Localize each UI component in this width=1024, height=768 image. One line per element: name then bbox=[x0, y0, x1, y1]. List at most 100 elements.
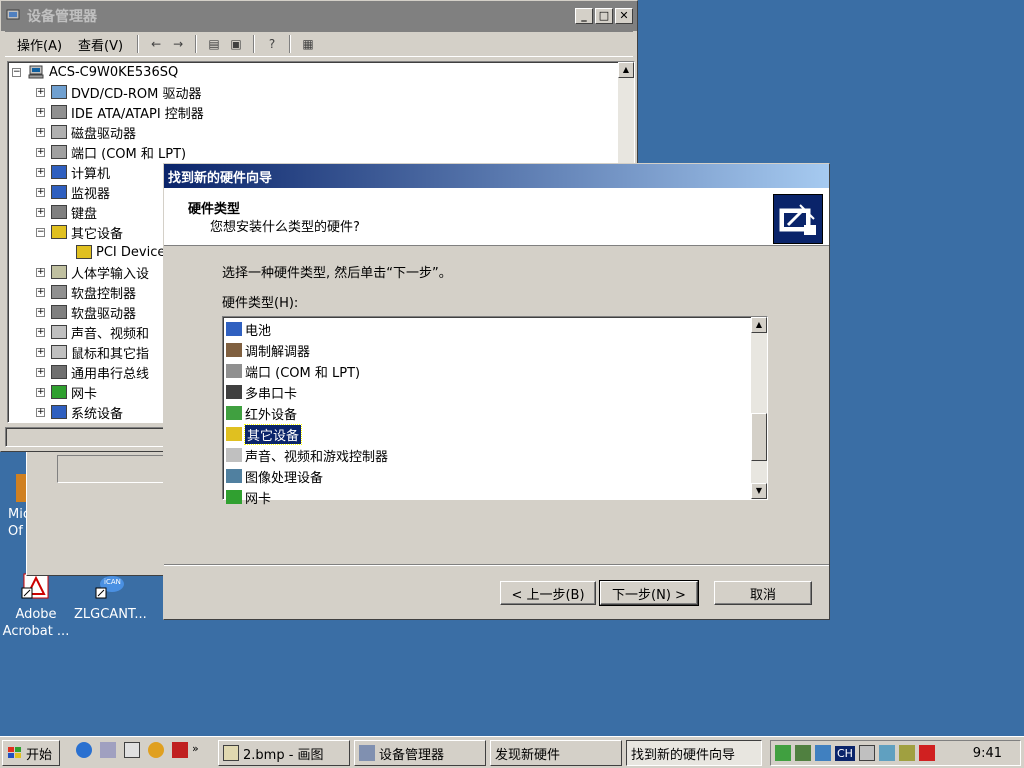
input-language-indicator[interactable]: CH bbox=[835, 745, 855, 761]
expand-icon[interactable]: + bbox=[36, 167, 45, 177]
expand-icon[interactable]: + bbox=[36, 327, 45, 337]
expand-icon[interactable]: + bbox=[36, 307, 45, 317]
tree-item[interactable]: + 端口 (COM 和 LPT) bbox=[36, 142, 186, 162]
hardware-type-label: 电池 bbox=[245, 323, 272, 339]
back-arrow-icon[interactable]: ← bbox=[147, 36, 165, 52]
media-player-icon[interactable] bbox=[148, 742, 164, 758]
tree-item[interactable]: + 通用串行总线 bbox=[36, 362, 149, 382]
hardware-type-item[interactable]: 电池 bbox=[226, 319, 271, 339]
show-desktop-icon[interactable] bbox=[100, 742, 116, 758]
scroll-down-icon[interactable]: ▼ bbox=[751, 483, 767, 499]
hardware-type-icon bbox=[226, 427, 242, 441]
tree-item[interactable]: + 声音、视频和 bbox=[36, 322, 149, 342]
hardware-type-item[interactable]: 网卡 bbox=[226, 487, 271, 507]
expand-icon[interactable]: + bbox=[36, 347, 45, 357]
expand-icon[interactable]: + bbox=[36, 187, 45, 197]
collapse-icon[interactable]: − bbox=[36, 227, 45, 237]
display-icon[interactable] bbox=[878, 745, 895, 761]
hardware-type-item[interactable]: 红外设备 bbox=[226, 403, 297, 423]
back-button[interactable]: < 上一步(B) bbox=[500, 581, 596, 605]
tree-item[interactable]: + IDE ATA/ATAPI 控制器 bbox=[36, 102, 204, 122]
tree-item[interactable]: + 网卡 bbox=[36, 382, 97, 402]
task-device-manager[interactable]: 设备管理器 bbox=[354, 740, 486, 766]
task-found-new-hardware[interactable]: 发现新硬件 bbox=[490, 740, 622, 766]
tree-item[interactable]: + 监视器 bbox=[36, 182, 110, 202]
expand-icon[interactable]: + bbox=[36, 367, 45, 377]
tree-item[interactable]: + 磁盘驱动器 bbox=[36, 122, 136, 142]
tree-item[interactable]: + 键盘 bbox=[36, 202, 97, 222]
properties-icon[interactable]: ▣ bbox=[227, 36, 245, 52]
expand-icon[interactable]: + bbox=[36, 107, 45, 117]
scroll-up-icon[interactable]: ▲ bbox=[618, 62, 634, 78]
minimize-button[interactable]: _ bbox=[575, 8, 593, 24]
device-category-icon bbox=[51, 225, 67, 239]
tree-item-label: 系统设备 bbox=[71, 406, 124, 422]
devmgr-titlebar[interactable]: 设备管理器 _ □ ✕ bbox=[1, 1, 637, 31]
hardware-type-label: 网卡 bbox=[245, 491, 272, 507]
close-button[interactable]: ✕ bbox=[615, 8, 633, 24]
expand-icon[interactable]: + bbox=[36, 127, 45, 137]
tree-item[interactable]: + 计算机 bbox=[36, 162, 110, 182]
menu-action[interactable]: 操作(A) bbox=[9, 33, 70, 56]
internet-explorer-icon[interactable] bbox=[76, 742, 92, 758]
device-category-icon bbox=[51, 285, 67, 299]
expand-icon[interactable]: + bbox=[36, 207, 45, 217]
start-button[interactable]: 开始 bbox=[2, 740, 60, 766]
help-icon[interactable]: ? bbox=[263, 36, 281, 52]
antivirus-icon[interactable] bbox=[918, 745, 935, 761]
tree-item[interactable]: + 鼠标和其它指 bbox=[36, 342, 149, 362]
outlook-icon[interactable] bbox=[124, 742, 140, 758]
hardware-type-item[interactable]: 图像处理设备 bbox=[226, 466, 323, 486]
hardware-icon[interactable] bbox=[795, 745, 811, 761]
desktop-icon-adobe[interactable]: Adobe Acrobat ... bbox=[0, 570, 72, 640]
hardware-type-item[interactable]: 多串口卡 bbox=[226, 382, 297, 402]
tree-root[interactable]: − ACS-C9W0KE536SQ bbox=[12, 62, 178, 82]
expand-icon[interactable]: + bbox=[36, 267, 45, 277]
menu-view[interactable]: 查看(V) bbox=[70, 33, 131, 56]
hardware-type-item[interactable]: 其它设备 bbox=[226, 423, 303, 445]
maximize-button[interactable]: □ bbox=[595, 8, 613, 24]
next-button[interactable]: 下一步(N) > bbox=[599, 580, 699, 606]
device-category-icon bbox=[51, 105, 67, 119]
scroll-thumb[interactable] bbox=[751, 413, 767, 461]
tree-item[interactable]: + 系统设备 bbox=[36, 402, 123, 422]
hardware-type-item[interactable]: 端口 (COM 和 LPT) bbox=[226, 361, 360, 381]
hardware-type-label: 图像处理设备 bbox=[245, 470, 324, 486]
keyboard-icon[interactable] bbox=[858, 745, 875, 761]
tree-item-label: 软盘控制器 bbox=[71, 286, 137, 302]
device-category-icon bbox=[51, 205, 67, 219]
desktop-icon-zlgcan[interactable]: iCAN ZLGCANT... bbox=[74, 570, 147, 623]
forward-arrow-icon[interactable]: → bbox=[169, 36, 187, 52]
scan-hardware-icon[interactable]: ▦ bbox=[299, 36, 317, 52]
more-chevron-icon[interactable]: » bbox=[192, 742, 199, 758]
expand-icon[interactable]: + bbox=[36, 287, 45, 297]
tree-item[interactable]: PCI Device bbox=[60, 242, 165, 262]
cancel-button[interactable]: 取消 bbox=[714, 581, 812, 605]
wizard-titlebar[interactable]: 找到新的硬件向导 bbox=[164, 164, 829, 188]
task-paint[interactable]: 2.bmp - 画图 bbox=[218, 740, 350, 766]
task-hardware-wizard[interactable]: 找到新的硬件向导 bbox=[626, 740, 762, 766]
tree-item-label: 计算机 bbox=[71, 166, 111, 182]
network-icon[interactable] bbox=[775, 745, 791, 761]
hardware-type-item[interactable]: 声音、视频和游戏控制器 bbox=[226, 445, 388, 465]
expand-icon[interactable]: + bbox=[36, 87, 45, 97]
expand-icon[interactable]: + bbox=[36, 147, 45, 157]
acrobat-quick-icon[interactable] bbox=[172, 742, 188, 758]
hardware-type-list[interactable]: 电池 调制解调器 端口 (COM 和 LPT) 多串口卡 红外设备 其它设备 声音、视频和游… bbox=[222, 316, 768, 507]
list-scrollbar[interactable]: ▲ ▼ bbox=[751, 317, 767, 499]
hardware-type-item[interactable]: 调制解调器 bbox=[226, 340, 310, 360]
safely-remove-hardware-icon[interactable] bbox=[898, 745, 915, 761]
collapse-icon[interactable]: − bbox=[12, 67, 21, 77]
expand-icon[interactable]: + bbox=[36, 407, 45, 417]
folder-icon[interactable]: ▤ bbox=[205, 36, 223, 52]
tree-item-label: 监视器 bbox=[71, 186, 111, 202]
list-label: 硬件类型(H): bbox=[222, 296, 299, 311]
expand-icon[interactable]: + bbox=[36, 387, 45, 397]
tree-item[interactable]: + 软盘驱动器 bbox=[36, 302, 136, 322]
tree-item[interactable]: + 软盘控制器 bbox=[36, 282, 136, 302]
tree-item[interactable]: + 人体学输入设 bbox=[36, 262, 149, 282]
tree-item[interactable]: − 其它设备 bbox=[36, 222, 123, 242]
network-connection-icon[interactable] bbox=[815, 745, 831, 761]
scroll-up-icon[interactable]: ▲ bbox=[751, 317, 767, 333]
tree-item[interactable]: + DVD/CD-ROM 驱动器 bbox=[36, 82, 201, 102]
